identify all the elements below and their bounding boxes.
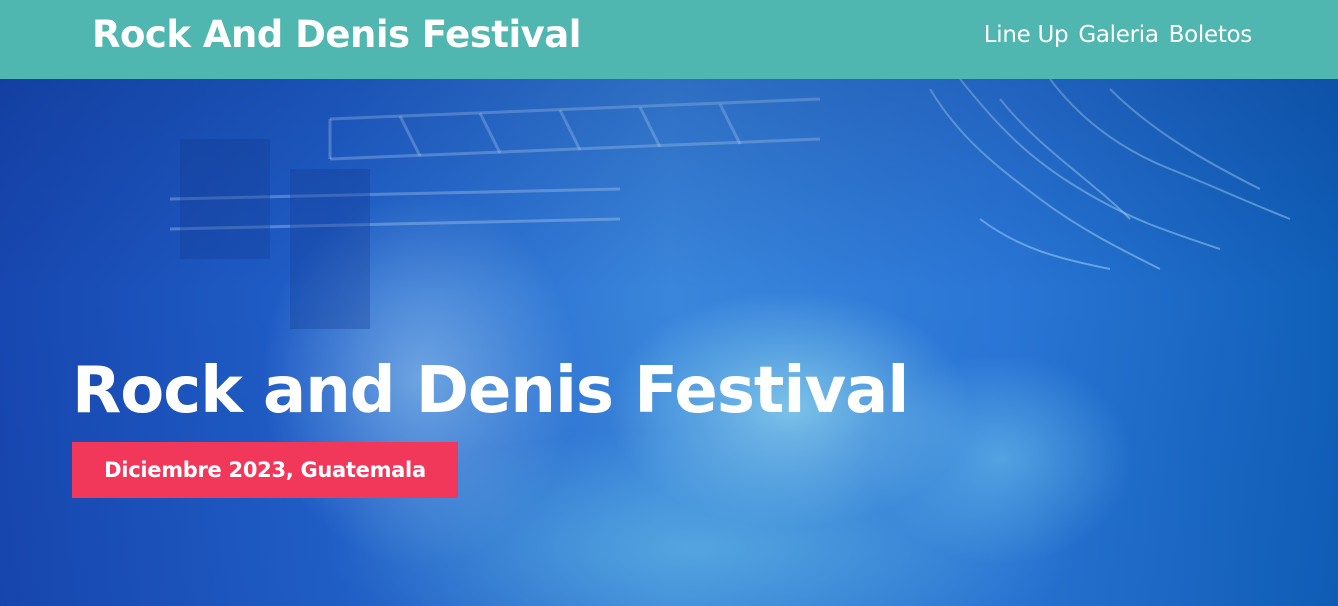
hero-title: Rock and Denis Festival xyxy=(72,354,909,428)
date-location-badge: Diciembre 2023, Guatemala xyxy=(72,442,458,498)
hero-overlay xyxy=(0,79,1338,606)
nav-link-line-up[interactable]: Line Up xyxy=(984,22,1069,48)
site-header: Rock And Denis Festival Line Up Galeria … xyxy=(0,0,1338,79)
page: Rock And Denis Festival Line Up Galeria … xyxy=(0,0,1338,606)
main-nav: Line Up Galeria Boletos xyxy=(984,22,1253,48)
site-brand[interactable]: Rock And Denis Festival xyxy=(92,13,581,56)
nav-link-boletos[interactable]: Boletos xyxy=(1169,22,1253,48)
hero-section: Rock and Denis Festival Diciembre 2023, … xyxy=(0,79,1338,606)
nav-link-galeria[interactable]: Galeria xyxy=(1078,22,1159,48)
